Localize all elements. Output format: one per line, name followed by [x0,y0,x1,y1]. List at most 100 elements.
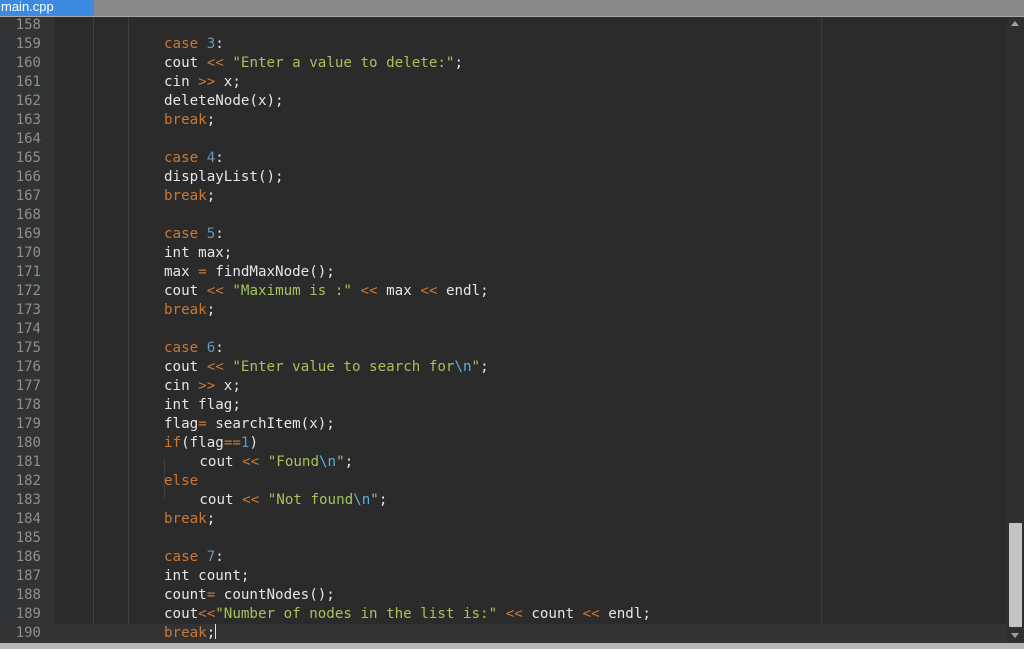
code-token: (flag [181,434,224,451]
code-token: endl; [599,605,651,622]
line-number: 165 [15,149,41,166]
code-line[interactable]: 174 [0,320,1007,339]
code-token: ; [206,111,216,128]
line-number: 174 [15,320,41,337]
line-number: 166 [15,168,41,185]
code-line[interactable]: 188 count= countNodes(); [0,586,1007,605]
code-token: << [242,491,260,508]
code-line[interactable]: 183 cout << "Not found\n"; [0,491,1007,510]
code-text: case 7: [164,548,224,567]
line-number: 162 [15,92,41,109]
code-token: " [370,491,379,508]
code-token: case [164,149,207,166]
code-token: searchItem(x); [206,415,335,432]
line-number: 186 [15,548,41,565]
code-text: break; [164,623,217,643]
code-line[interactable]: 163 break; [0,111,1007,130]
code-token: cout [164,605,199,622]
code-line[interactable]: 175 case 6: [0,339,1007,358]
line-number: 182 [15,472,41,489]
code-token: == [223,434,241,451]
code-token: cin [164,377,199,394]
code-token: : [215,149,224,166]
code-token: count [522,605,583,622]
code-text: int max; [164,244,232,263]
code-token: ; [378,491,388,508]
line-number: 179 [15,415,41,432]
line-number: 172 [15,282,41,299]
line-number: 177 [15,377,41,394]
code-token: >> [198,377,216,394]
code-line[interactable]: 181 cout << "Found\n"; [0,453,1007,472]
vertical-scrollbar[interactable] [1007,17,1024,643]
code-text: cout << "Enter a value to delete:"; [164,54,463,73]
code-token: << [582,605,600,622]
code-line[interactable]: 160 cout << "Enter a value to delete:"; [0,54,1007,73]
code-line[interactable]: 159 case 3: [0,35,1007,54]
code-token: \n [454,358,472,375]
code-line[interactable]: 182 else [0,472,1007,491]
code-line[interactable]: 176 cout << "Enter value to search for\n"… [0,358,1007,377]
line-number: 169 [15,225,41,242]
code-token: findMaxNode(); [206,263,335,280]
code-token: 6 [206,339,216,356]
code-token: ; [344,453,354,470]
code-token: ; [206,301,216,318]
code-text: case 4: [164,149,224,168]
code-line[interactable]: 178 int flag; [0,396,1007,415]
line-number: 188 [15,586,41,603]
code-line[interactable]: 162 deleteNode(x); [0,92,1007,111]
code-token: >> [198,73,216,90]
code-token: = [198,263,207,280]
code-line[interactable]: 173 break; [0,301,1007,320]
code-line[interactable]: 177 cin >> x; [0,377,1007,396]
code-token: displayList(); [164,168,284,185]
horizontal-scrollbar[interactable] [0,643,1024,649]
code-line[interactable]: 184 break; [0,510,1007,529]
code-token: else [164,472,199,489]
code-line[interactable]: 190 break; [0,623,1007,643]
code-line[interactable]: 161 cin >> x; [0,73,1007,92]
code-text: if(flag==1) [164,434,258,453]
code-text: max = findMaxNode(); [164,263,335,282]
code-editor[interactable]: 158 159 case 3: 160 cout << "Enter a value t… [0,17,1007,643]
tab-main-cpp[interactable]: main.cpp [0,0,94,16]
scrollbar-thumb[interactable] [1009,523,1022,627]
code-line[interactable]: 186 case 7: [0,548,1007,567]
code-line[interactable]: 187 int count; [0,567,1007,586]
line-number: 171 [15,263,41,280]
arrow-up-icon[interactable] [1011,21,1019,26]
code-line[interactable]: 185 [0,529,1007,548]
code-line[interactable]: 189 cout<<"Number of nodes in the list is… [0,605,1007,624]
line-number: 158 [15,17,41,33]
code-line[interactable]: 158 [0,17,1007,35]
code-line[interactable]: 172 cout << "Maximum is :" << max << endl… [0,282,1007,301]
code-line[interactable]: 180 if(flag==1) [0,434,1007,453]
code-token: flag [164,415,199,432]
code-token: break [164,111,207,128]
code-token: ; [206,624,216,641]
code-line[interactable]: 179 flag= searchItem(x); [0,415,1007,434]
arrow-down-icon[interactable] [1011,633,1019,638]
code-text: break; [164,301,215,320]
line-number: 167 [15,187,41,204]
code-line[interactable]: 169 case 5: [0,225,1007,244]
code-line[interactable]: 168 [0,206,1007,225]
code-line[interactable]: 164 [0,130,1007,149]
code-text: cout << "Not found\n"; [199,491,387,510]
code-text: case 3: [164,35,224,54]
code-text: flag= searchItem(x); [164,415,335,434]
code-line[interactable]: 165 case 4: [0,149,1007,168]
code-line[interactable]: 170 int max; [0,244,1007,263]
code-line[interactable]: 166 displayList(); [0,168,1007,187]
code-text: break; [164,111,215,130]
code-token: << [360,282,378,299]
code-token: " [336,453,345,470]
code-token: \n [319,453,337,470]
code-line[interactable]: 167 break; [0,187,1007,206]
line-number: 178 [15,396,41,413]
code-token: cin [164,73,199,90]
code-line[interactable]: 171 max = findMaxNode(); [0,263,1007,282]
